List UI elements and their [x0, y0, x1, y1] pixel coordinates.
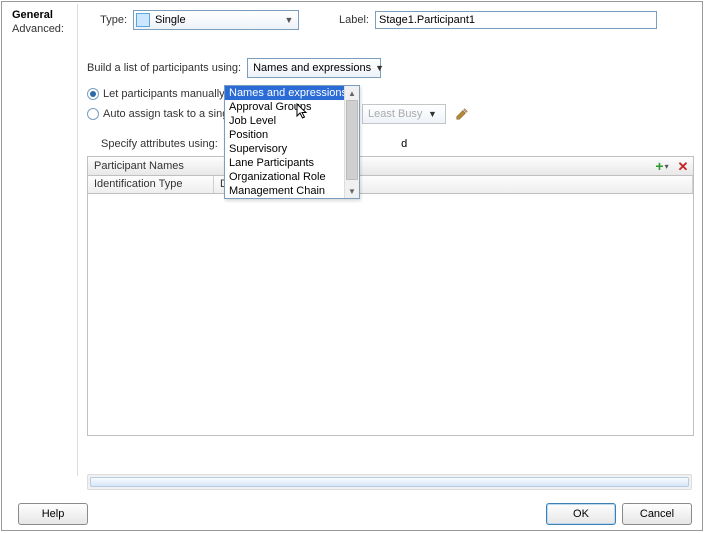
build-dropdown-popup[interactable]: Names and expressions Approval Groups Jo…: [224, 85, 360, 199]
cancel-button[interactable]: Cancel: [622, 503, 692, 525]
type-select[interactable]: Single ▼: [133, 10, 299, 30]
table-title: Participant Names: [94, 160, 651, 172]
add-button[interactable]: + ▾: [655, 159, 669, 173]
option-lane-participants[interactable]: Lane Participants: [225, 156, 359, 170]
auto-assign-label: Auto assign task to a single: [103, 108, 237, 120]
scroll-up-icon[interactable]: ▲: [345, 86, 359, 100]
label-input[interactable]: [375, 11, 657, 29]
option-supervisory[interactable]: Supervisory: [225, 142, 359, 156]
chevron-down-icon: ▾: [665, 162, 669, 171]
assignment-pattern-select: Least Busy ▼: [362, 104, 446, 124]
table-columns: Identification Type Data Type: [87, 176, 694, 194]
label-caption: Label:: [329, 14, 369, 26]
tab-general[interactable]: General: [8, 8, 68, 22]
table-body[interactable]: [87, 194, 694, 436]
close-icon: ✕: [678, 160, 689, 173]
build-label: Build a list of participants using:: [87, 62, 241, 74]
scrollbar-thumb[interactable]: [90, 477, 689, 487]
tab-separator: [77, 4, 78, 476]
tab-advanced[interactable]: Advanced:: [8, 22, 68, 36]
chevron-down-icon: ▼: [426, 109, 438, 119]
delete-button[interactable]: ✕: [673, 159, 687, 173]
specify-attributes-label: Specify attributes using:: [101, 138, 218, 150]
specify-tail: d: [401, 138, 407, 150]
option-names-expressions[interactable]: Names and expressions: [225, 86, 359, 100]
option-approval-groups[interactable]: Approval Groups: [225, 100, 359, 114]
horizontal-scrollbar[interactable]: [87, 474, 692, 490]
type-label: Type:: [87, 14, 127, 26]
assignment-pattern-value: Least Busy: [368, 108, 422, 120]
scroll-down-icon[interactable]: ▼: [345, 184, 359, 198]
build-select[interactable]: Names and expressions ▼: [247, 58, 381, 78]
single-type-icon: [136, 13, 150, 27]
option-organizational-role[interactable]: Organizational Role: [225, 170, 359, 184]
option-position[interactable]: Position: [225, 128, 359, 142]
col-value[interactable]: [304, 176, 693, 193]
auto-assign-radio[interactable]: [87, 108, 99, 120]
option-management-chain[interactable]: Management Chain: [225, 184, 359, 198]
chevron-down-icon: ▼: [282, 15, 296, 25]
option-job-level[interactable]: Job Level: [225, 114, 359, 128]
build-selected: Names and expressions: [253, 62, 371, 74]
dropdown-scrollbar[interactable]: ▲ ▼: [344, 86, 359, 198]
type-value: Single: [155, 14, 282, 26]
chevron-down-icon: ▼: [375, 63, 384, 73]
plus-icon: +: [655, 159, 663, 173]
ok-button[interactable]: OK: [546, 503, 616, 525]
scrollbar-thumb[interactable]: [346, 100, 358, 180]
participant-names-header: Participant Names + ▾ ✕: [87, 156, 694, 176]
pencil-icon[interactable]: [454, 106, 470, 122]
help-button[interactable]: Help: [18, 503, 88, 525]
col-identification-type[interactable]: Identification Type: [88, 176, 214, 193]
manual-claim-radio[interactable]: [87, 88, 99, 100]
